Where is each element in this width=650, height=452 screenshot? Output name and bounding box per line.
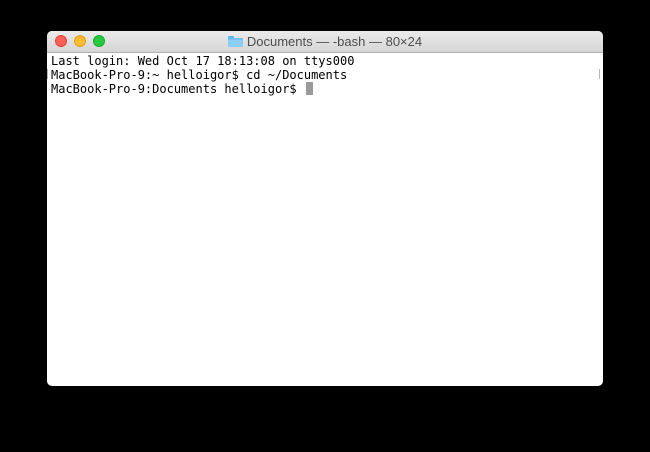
- terminal-line: MacBook-Pro-9:~ helloigor$ cd ~/Document…: [51, 68, 348, 82]
- window-title: Documents — -bash — 80×24: [246, 34, 423, 49]
- title-bar[interactable]: Documents — -bash — 80×24: [47, 31, 603, 53]
- prompt-text: MacBook-Pro-9:Documents helloigor$: [51, 82, 304, 96]
- block-cursor: [305, 82, 313, 95]
- terminal-line: Last login: Wed Oct 17 18:13:08 on ttys0…: [51, 54, 355, 68]
- window-title-container: Documents — -bash — 80×24: [47, 31, 603, 52]
- terminal-prompt-line: MacBook-Pro-9:Documents helloigor$: [51, 82, 603, 96]
- terminal-content[interactable]: Last login: Wed Oct 17 18:13:08 on ttys0…: [47, 53, 603, 386]
- folder-icon: [227, 36, 243, 47]
- bookmark-mark-left: [47, 69, 50, 79]
- terminal-window: Documents — -bash — 80×24 Last login: We…: [47, 31, 603, 386]
